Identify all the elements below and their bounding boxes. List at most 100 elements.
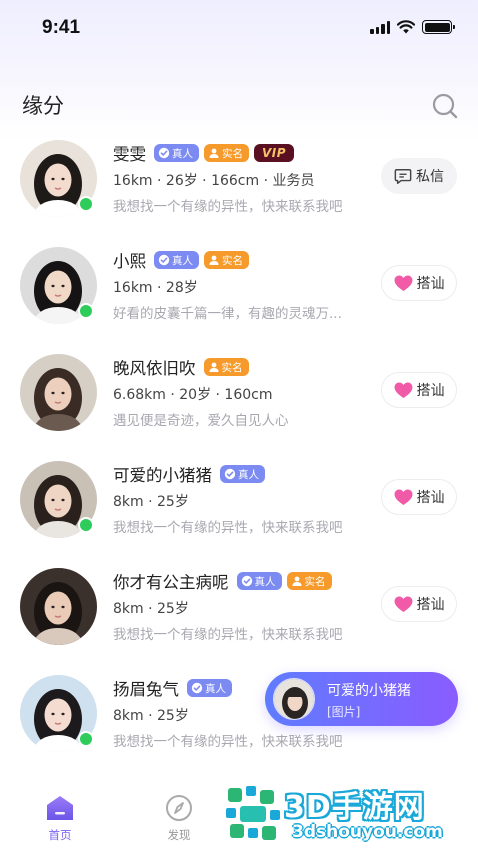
watermark-logo [226,786,280,840]
person-icon [208,361,220,373]
greet-button-label: 搭讪 [416,383,445,399]
real-person-badge: 真人 [154,251,199,269]
user-info: 8km · 25岁 [113,708,189,724]
badge-label: 真人 [172,147,193,160]
real-person-badge: 真人 [187,679,232,697]
greet-button-label: 搭讪 [416,597,445,613]
cellular-signal-icon [370,20,390,34]
online-indicator [78,517,94,533]
user-info: 6.68km · 20岁 · 160cm [113,387,273,403]
user-bio: 我想找一个有缘的异性，快来联系我吧 [113,199,343,215]
status-time: 9:41 [42,17,81,38]
user-name: 晚风依旧吹 [113,359,196,378]
toast-sender-name: 可爱的小猪猪 [327,683,411,699]
verified-check-icon [191,682,203,694]
user-bio: 遇见便是奇迹，爱久自见人心 [113,413,289,429]
greet-button[interactable]: 搭讪 [381,479,457,515]
heart-icon [394,381,412,398]
greet-button[interactable]: 搭讪 [381,586,457,622]
watermark-brand: 3D手游网 [284,790,425,825]
verified-check-icon [241,575,253,587]
compass-icon [166,795,192,821]
user-row[interactable]: 可爱的小猪猪 真人 8km · 25岁 我想找一个有缘的异性，快来联系我吧 搭讪 [0,453,478,560]
greet-button[interactable]: 搭讪 [381,265,457,301]
page-title: 缘分 [22,94,64,118]
status-icons [370,20,455,34]
user-info: 8km · 25岁 [113,601,189,617]
verified-check-icon [224,468,236,480]
real-person-badge: 真人 [154,144,199,162]
name-line: 小熙 真人 实名 [113,249,249,271]
name-line: 雯雯 真人 实名 VIP [113,142,295,164]
search-icon[interactable] [431,92,459,120]
badge-label: 实名 [221,361,243,374]
user-info: 8km · 25岁 [113,494,189,510]
heart-icon [394,488,412,505]
user-name: 扬眉兔气 [113,680,179,699]
person-icon [291,575,303,587]
toast-avatar [273,678,315,720]
user-row[interactable]: 晚风依旧吹 实名 6.68km · 20岁 · 160cm 遇见便是奇迹，爱久自… [0,346,478,453]
message-button[interactable]: 私信 [381,158,457,194]
message-button-label: 私信 [416,169,444,185]
battery-icon [422,20,455,34]
greet-button[interactable]: 搭讪 [381,372,457,408]
message-toast[interactable]: 可爱的小猪猪 [图片] [265,672,458,726]
verified-check-icon [158,147,170,159]
online-indicator [78,731,94,747]
user-name: 你才有公主病呢 [113,573,229,592]
real-person-badge: 真人 [220,465,265,483]
real-name-badge: 实名 [204,144,249,162]
watermark: 3D手游网 3dshouyou.com [222,778,478,850]
heart-icon [394,595,412,612]
user-name: 雯雯 [113,145,146,164]
user-bio: 我想找一个有缘的异性，快来联系我吧 [113,520,343,536]
badge-label: 实名 [304,575,326,588]
user-row[interactable]: 雯雯 真人 实名 VIP 16km · 26岁 · 166cm · 业务员 我想找一… [0,132,478,239]
real-name-badge: 实名 [286,572,332,590]
badge-label: 实名 [222,147,243,160]
name-line: 扬眉兔气 真人 [113,677,232,699]
badge-label: 真人 [205,682,226,695]
avatar[interactable] [20,354,97,431]
user-bio: 我想找一个有缘的异性，快来联系我吧 [113,734,343,750]
status-bar: 9:41 [0,0,478,58]
user-info: 16km · 28岁 [113,280,198,296]
tab-home[interactable]: 首页 [30,794,90,844]
person-icon [208,147,220,159]
badge-label: 真人 [172,254,193,267]
home-icon [47,796,73,820]
toast-message: [图片] [327,705,361,719]
name-line: 你才有公主病呢 真人 实名 [113,570,332,592]
wifi-icon [397,20,415,34]
tab-discover[interactable]: 发现 [149,794,209,844]
chat-icon [394,168,412,184]
user-row[interactable]: 你才有公主病呢 真人 实名 8km · 25岁 我想找一个有缘的异性，快来联系我吧… [0,560,478,667]
name-line: 晚风依旧吹 实名 [113,356,249,378]
name-line: 可爱的小猪猪 真人 [113,463,265,485]
watermark-url: 3dshouyou.com [292,822,443,842]
person-icon [208,254,220,266]
online-indicator [78,303,94,319]
badge-label: 真人 [254,575,276,588]
heart-icon [394,274,412,291]
greet-button-label: 搭讪 [416,490,445,506]
user-bio: 我想找一个有缘的异性，快来联系我吧 [113,627,343,643]
verified-check-icon [158,254,170,266]
real-name-badge: 实名 [204,251,249,269]
user-bio: 好看的皮囊千篇一律，有趣的灵魂万... [113,306,342,322]
user-row[interactable]: 小熙 真人 实名 16km · 28岁 好看的皮囊千篇一律，有趣的灵魂万... 搭… [0,239,478,346]
user-info: 16km · 26岁 · 166cm · 业务员 [113,173,315,189]
vip-badge: VIP [254,144,295,162]
greet-button-label: 搭讪 [416,276,445,292]
real-name-badge: 实名 [203,358,249,376]
tab-home-label: 首页 [48,828,72,842]
avatar[interactable] [20,568,97,645]
user-name: 可爱的小猪猪 [113,466,212,485]
online-indicator [78,196,94,212]
badge-label: 真人 [238,468,259,481]
real-person-badge: 真人 [236,572,282,590]
badge-label: 实名 [222,254,243,267]
user-name: 小熙 [113,252,146,271]
tab-discover-label: 发现 [167,828,191,842]
